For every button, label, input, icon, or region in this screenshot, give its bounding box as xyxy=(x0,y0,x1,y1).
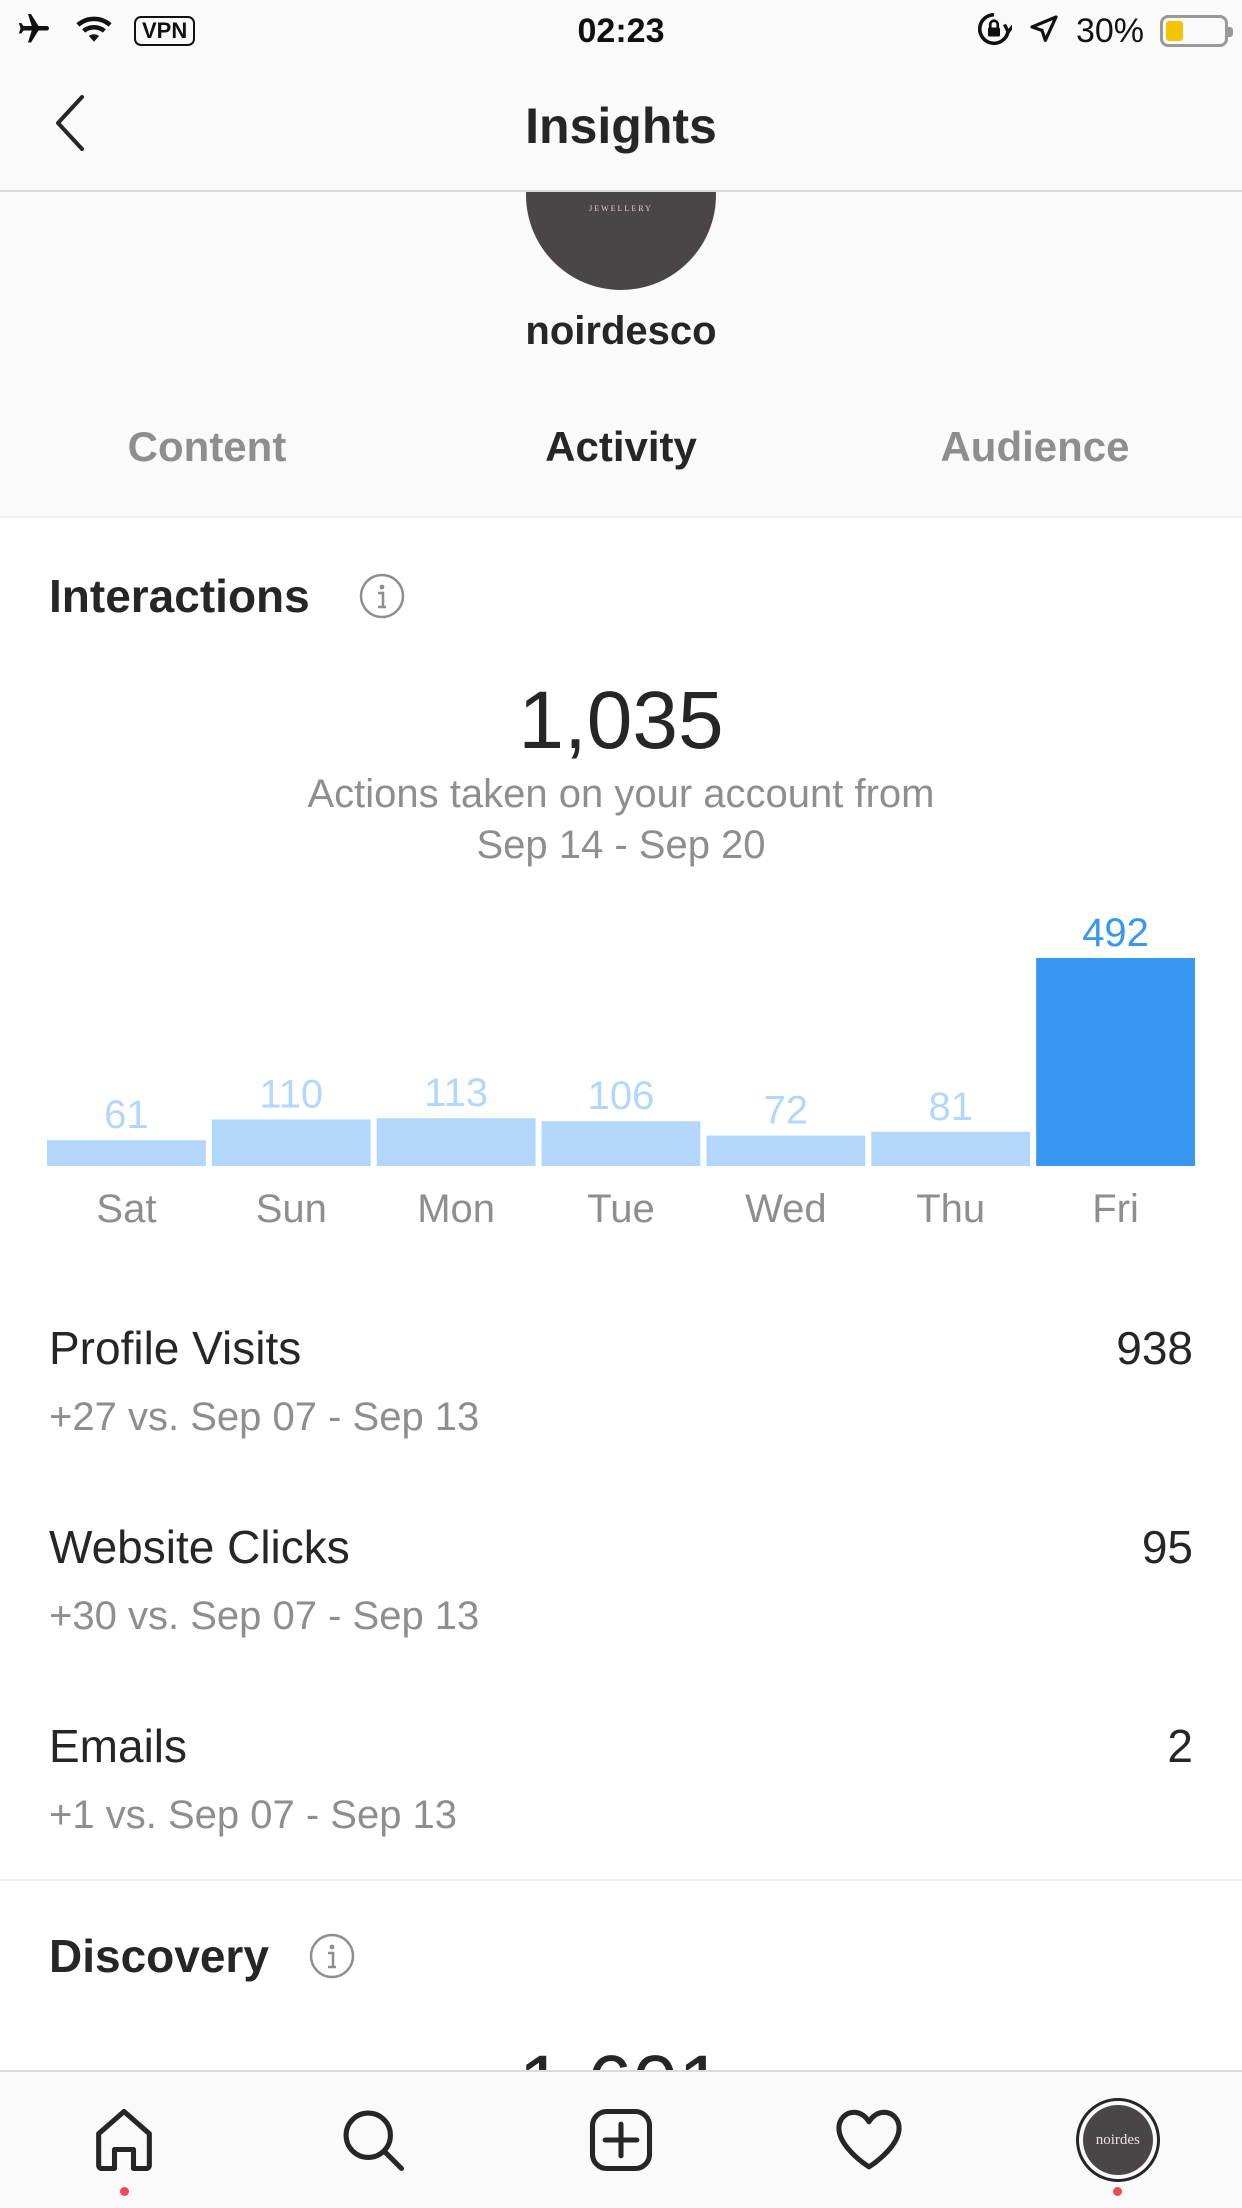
nav-profile[interactable]: noirdes xyxy=(994,2072,1242,2208)
interactions-bar-chart: 61 Sat 110 Sun 113 Mon 106 Tue 72 Wed 81 Thu 492 Fri xyxy=(47,911,1195,1231)
profile-avatar: noirdes xyxy=(1075,2098,1160,2182)
chart-category-label: Wed xyxy=(745,1187,827,1231)
chart-bar-fri[interactable] xyxy=(1036,958,1195,1166)
chart-category-label: Fri xyxy=(1092,1187,1139,1231)
info-icon[interactable] xyxy=(358,572,406,620)
page-title: Insights xyxy=(525,98,717,154)
discovery-total: 1,601 xyxy=(0,2040,1242,2070)
metric-label: Profile Visits xyxy=(49,1322,302,1374)
chart-value-label: 72 xyxy=(764,1089,809,1133)
nav-home[interactable] xyxy=(0,2072,248,2208)
chart-value-label: 81 xyxy=(928,1085,973,1129)
metric-label: Emails xyxy=(49,1720,188,1772)
tab-content[interactable]: Content xyxy=(0,386,414,516)
metric-value: 938 xyxy=(1116,1322,1193,1374)
heart-icon xyxy=(836,2109,903,2170)
chart-category-label: Sun xyxy=(256,1187,327,1231)
location-arrow-icon xyxy=(1028,13,1060,50)
navigation-header: Insights xyxy=(0,62,1242,192)
chart-value-label: 110 xyxy=(259,1072,323,1116)
battery-icon xyxy=(1160,15,1233,47)
chart-value-label: 61 xyxy=(104,1093,149,1137)
interactions-subtitle: Actions taken on your account from xyxy=(307,772,935,816)
chart-bar-wed[interactable] xyxy=(706,1135,866,1166)
interactions-title: Interactions xyxy=(49,570,310,622)
chart-bar-sat[interactable] xyxy=(47,1140,206,1166)
orientation-lock-icon xyxy=(976,11,1015,52)
insights-tabs: Content Activity Audience xyxy=(0,386,1242,516)
nav-activity[interactable] xyxy=(745,2072,993,2208)
battery-percent: 30% xyxy=(1075,11,1144,50)
nav-search[interactable] xyxy=(248,2072,496,2208)
chart-value-label: 492 xyxy=(1082,911,1149,955)
username: noirdesco xyxy=(525,309,717,353)
metric-compare: +27 vs. Sep 07 - Sep 13 xyxy=(49,1395,480,1439)
interactions-date-range: Sep 14 - Sep 20 xyxy=(476,823,766,867)
home-icon xyxy=(96,2108,153,2172)
chart-value-label: 106 xyxy=(588,1074,655,1118)
notification-dot xyxy=(119,2187,129,2196)
chart-bar-thu[interactable] xyxy=(871,1131,1031,1166)
chart-category-label: Tue xyxy=(587,1187,654,1231)
metric-compare: +1 vs. Sep 07 - Sep 13 xyxy=(49,1793,458,1837)
chart-category-label: Sat xyxy=(96,1187,156,1231)
avatar-logo-text: noirdes xyxy=(1082,2105,1153,2175)
profile-area: JEWELLERY noirdesco Content Activity Aud… xyxy=(0,192,1242,518)
chart-category-label: Mon xyxy=(417,1187,495,1231)
notification-dot xyxy=(1113,2187,1123,2196)
chart-bar-mon[interactable] xyxy=(376,1118,536,1166)
chart-bar-sun[interactable] xyxy=(211,1119,371,1166)
status-right: 30% xyxy=(976,10,1233,52)
info-icon[interactable] xyxy=(308,1932,356,1980)
chart-bar-tue[interactable] xyxy=(541,1121,701,1166)
metric-value: 2 xyxy=(1167,1720,1193,1772)
chart-category-label: Thu xyxy=(916,1187,985,1231)
add-post-icon xyxy=(589,2108,653,2172)
section-divider xyxy=(0,1879,1242,1881)
battery-tip xyxy=(1228,27,1233,37)
metric-label: Website Clicks xyxy=(49,1521,350,1573)
interactions-total: 1,035 xyxy=(518,675,724,766)
nav-new-post[interactable] xyxy=(497,2072,745,2208)
status-bar: VPN 02:23 30% xyxy=(0,0,1242,62)
chart-value-label: 113 xyxy=(424,1071,488,1115)
tab-audience[interactable]: Audience xyxy=(828,386,1242,516)
battery-level xyxy=(1166,21,1183,41)
profile-avatar[interactable]: JEWELLERY xyxy=(526,192,716,290)
avatar-logo-text: JEWELLERY xyxy=(589,204,653,213)
bottom-tab-bar: noirdes xyxy=(0,2070,1242,2208)
tab-activity[interactable]: Activity xyxy=(414,386,828,516)
discovery-title: Discovery xyxy=(49,1930,269,1982)
metric-value: 95 xyxy=(1141,1521,1193,1573)
search-icon xyxy=(343,2110,404,2172)
metric-compare: +30 vs. Sep 07 - Sep 13 xyxy=(49,1594,480,1638)
